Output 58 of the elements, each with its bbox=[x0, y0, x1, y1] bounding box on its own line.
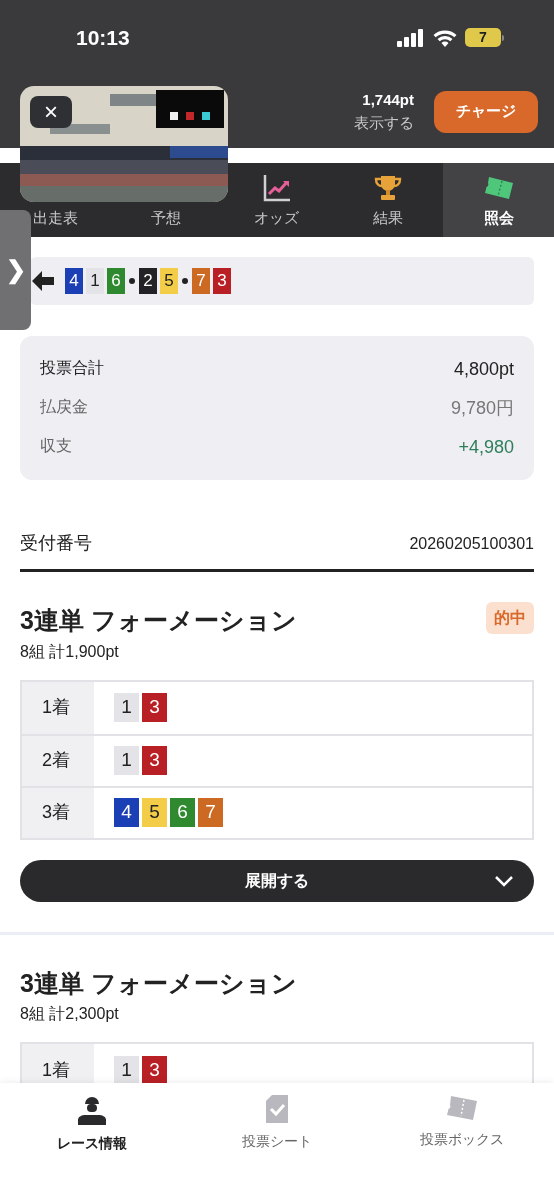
summary-value: 4,800pt bbox=[453, 357, 514, 381]
ticket-icon bbox=[445, 1095, 478, 1121]
nav-tab[interactable]: 出走表 bbox=[32, 206, 78, 229]
bike-number: 3 bbox=[142, 1055, 167, 1083]
table-cell: 1着 bbox=[22, 1044, 94, 1083]
summary-label: 投票合計 bbox=[40, 357, 104, 378]
bike-number: 7 bbox=[198, 798, 223, 827]
close-button[interactable]: × bbox=[30, 96, 72, 128]
bike-number: 5 bbox=[160, 268, 178, 294]
table-cell: 2着 bbox=[22, 735, 94, 786]
points-balance: 1,744pt bbox=[362, 90, 414, 110]
bike-number: 7 bbox=[192, 268, 210, 294]
bike-number: 1 bbox=[114, 1055, 139, 1083]
bike-number: 3 bbox=[142, 746, 167, 775]
summary-value: +4,980 bbox=[458, 435, 514, 459]
hit-badge: 的中 bbox=[486, 602, 534, 634]
bottom-nav-item[interactable]: 投票シート bbox=[184, 1083, 370, 1200]
summary-value: 9,780円 bbox=[450, 396, 514, 420]
rider-icon bbox=[76, 1095, 109, 1125]
checked-sheet-icon bbox=[266, 1095, 288, 1123]
nav-tab[interactable]: 予想 bbox=[151, 206, 182, 229]
bet-type-title: 3連単 フォーメーション bbox=[20, 605, 297, 636]
nav-tab[interactable]: 結果 bbox=[372, 172, 403, 229]
side-drawer-handle[interactable]: ❯ bbox=[0, 210, 31, 330]
back-arrow-icon bbox=[32, 271, 54, 291]
summary-label: 払戻金 bbox=[40, 396, 88, 417]
summary-label: 収支 bbox=[40, 435, 72, 456]
bottom-nav-item[interactable]: レース情報 bbox=[0, 1083, 185, 1200]
wifi-icon bbox=[433, 28, 457, 47]
chart-icon bbox=[262, 172, 292, 203]
bet-type-title: 3連単 フォーメーション bbox=[20, 967, 297, 999]
bike-number: 2 bbox=[139, 268, 157, 294]
battery-icon: 7 bbox=[465, 28, 504, 47]
nav-tab[interactable]: オッズ bbox=[254, 172, 300, 229]
bike-number: 6 bbox=[107, 268, 125, 294]
table-cell: 3着 bbox=[22, 787, 94, 838]
charge-button[interactable]: チャージ bbox=[434, 90, 538, 133]
show-link[interactable]: 表示する bbox=[354, 111, 414, 134]
receipt-number: 20260205100301 bbox=[409, 533, 534, 554]
bike-number: 3 bbox=[213, 268, 231, 294]
bike-number: 5 bbox=[142, 798, 167, 827]
bike-number: 4 bbox=[65, 268, 83, 294]
bike-number: 3 bbox=[142, 693, 167, 722]
bike-number: 6 bbox=[170, 798, 195, 827]
bottom-nav-item[interactable]: 投票ボックス bbox=[369, 1083, 554, 1200]
bike-number: 1 bbox=[86, 268, 104, 294]
receipt-label: 受付番号 bbox=[20, 532, 92, 555]
bike-number: 4 bbox=[114, 798, 139, 827]
table-cell: 1着 bbox=[22, 681, 94, 734]
bet-subtitle: 8組 計2,300pt bbox=[20, 1004, 120, 1024]
expand-button[interactable]: 展開する bbox=[20, 859, 534, 902]
bet-subtitle: 8組 計1,900pt bbox=[20, 641, 120, 662]
bike-number: 1 bbox=[114, 693, 139, 722]
chevron-down-icon bbox=[494, 874, 514, 887]
signal-icon bbox=[397, 28, 425, 47]
status-time: 10:13 bbox=[76, 24, 130, 51]
nav-tab[interactable]: 照会 bbox=[482, 174, 515, 229]
bike-number: 1 bbox=[114, 746, 139, 775]
